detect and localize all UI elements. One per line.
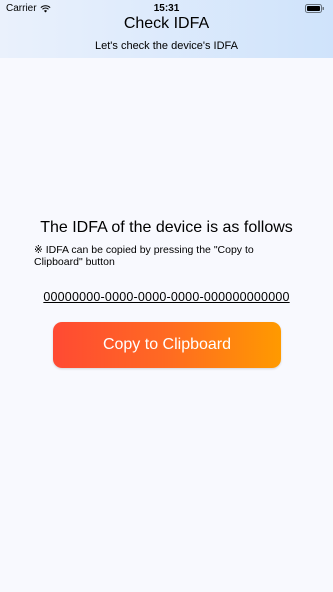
page-title: Check IDFA [123,15,210,32]
header: Carrier 15:31 Check IDFA Let's check the… [0,0,333,58]
page-subtitle: Let's check the device's IDFA [95,40,238,52]
copy-note: ※ IDFA can be copied by pressing the "Co… [34,244,254,268]
copy-to-clipboard-button[interactable]: Copy to Clipboard [53,322,281,368]
idfa-value: 00000000-0000-0000-0000-000000000000 [43,290,290,304]
status-time: 15:31 [153,3,180,14]
idfa-heading: The IDFA of the device is as follows [40,219,293,236]
status-bar: Carrier 15:31 [0,0,333,16]
battery-icon [305,4,324,13]
